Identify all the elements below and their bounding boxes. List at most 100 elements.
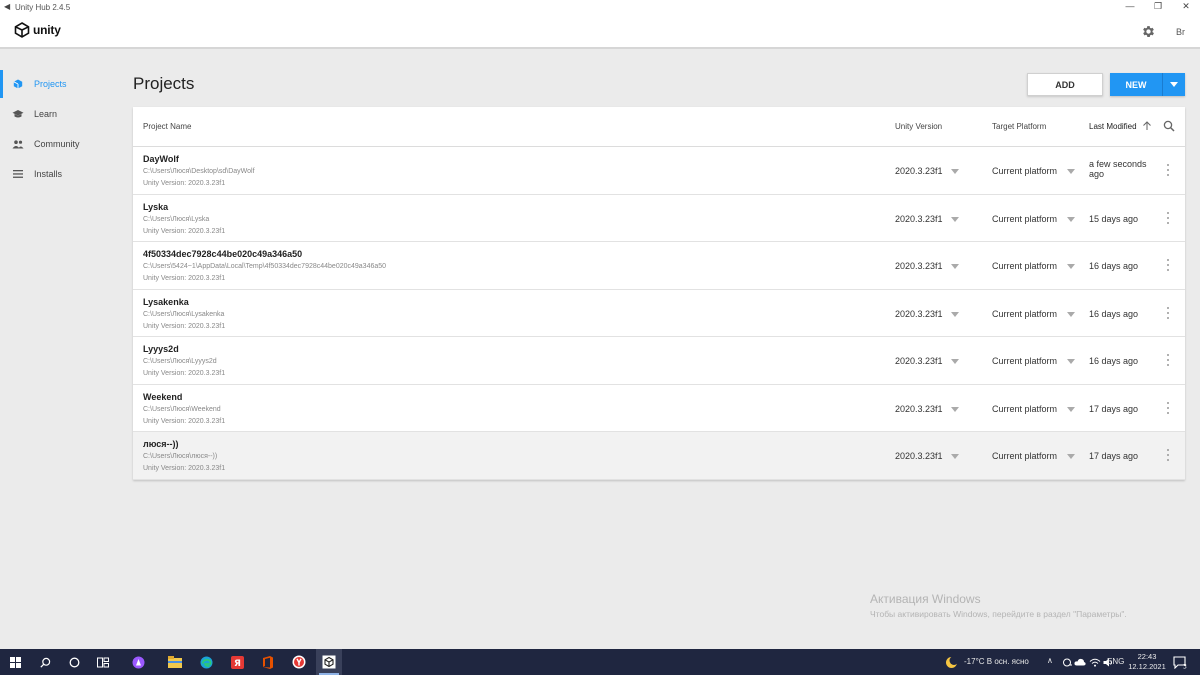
edge-browser-icon[interactable] <box>199 655 213 669</box>
target-platform-select[interactable]: Current platform <box>992 451 1057 461</box>
unity-version-select[interactable]: 2020.3.23f1 <box>895 451 943 461</box>
chevron-down-icon[interactable] <box>951 169 959 174</box>
project-unity-version: Unity Version: 2020.3.23f1 <box>143 322 226 330</box>
office-icon[interactable] <box>261 655 275 669</box>
maximize-button[interactable]: ❐ <box>1144 0 1172 14</box>
project-name: DayWolf <box>143 154 179 164</box>
table-row[interactable]: Weekend C:\Users\Люся\Weekend Unity Versio… <box>133 385 1185 432</box>
notification-count: 3 <box>1183 663 1187 669</box>
chevron-down-icon[interactable] <box>1162 73 1185 96</box>
cube-icon <box>11 77 25 91</box>
project-name: 4f50334dec7928c44be020c49a346a50 <box>143 249 303 259</box>
language-indicator[interactable]: ENG <box>1107 657 1124 666</box>
unity-app-icon: ◀ <box>4 2 11 11</box>
target-platform-select[interactable]: Current platform <box>992 309 1057 319</box>
sort-arrow-up-icon[interactable] <box>1142 121 1152 131</box>
chevron-down-icon[interactable] <box>1067 454 1075 459</box>
target-platform-select[interactable]: Current platform <box>992 261 1057 271</box>
chevron-down-icon[interactable] <box>1067 216 1075 222</box>
chevron-down-icon[interactable] <box>951 216 959 222</box>
unity-version-select[interactable]: 2020.3.23f1 <box>895 166 943 176</box>
table-row[interactable]: Lyska C:\Users\Люся\Lyska Unity Version: 2… <box>133 195 1185 242</box>
project-name: люся--)) <box>143 439 179 449</box>
chevron-down-icon[interactable] <box>951 454 959 459</box>
file-explorer-icon[interactable] <box>168 655 182 669</box>
sidebar-item-installs[interactable]: Installs <box>0 160 114 188</box>
clock-time: 22:43 <box>1137 652 1157 661</box>
target-platform-select[interactable]: Current platform <box>992 214 1057 224</box>
more-options-icon[interactable] <box>1163 211 1173 225</box>
chevron-down-icon[interactable] <box>951 264 959 269</box>
target-platform-select[interactable]: Current platform <box>992 166 1057 176</box>
unity-version-select[interactable]: 2020.3.23f1 <box>895 309 943 319</box>
list-icon <box>11 167 25 181</box>
chevron-down-icon[interactable] <box>1067 406 1075 412</box>
unity-version-select[interactable]: 2020.3.23f1 <box>895 261 943 271</box>
unity-hub-taskbar-button[interactable] <box>316 649 342 675</box>
unity-version-select[interactable]: 2020.3.23f1 <box>895 404 943 414</box>
column-header-modified[interactable]: Last Modified <box>1089 122 1137 131</box>
unity-version-select[interactable]: 2020.3.23f1 <box>895 356 943 366</box>
unity-version-select[interactable]: 2020.3.23f1 <box>895 214 943 224</box>
project-unity-version: Unity Version: 2020.3.23f1 <box>143 417 226 425</box>
weather-moon-icon[interactable] <box>944 655 958 669</box>
yandex-icon[interactable]: Я <box>230 655 244 669</box>
page-title: Projects <box>133 74 195 93</box>
cloud-icon[interactable] <box>1073 655 1087 669</box>
chevron-down-icon[interactable] <box>951 311 959 317</box>
target-platform-select[interactable]: Current platform <box>992 356 1057 366</box>
alice-assistant-icon[interactable] <box>131 655 145 669</box>
more-options-icon[interactable] <box>1163 448 1173 462</box>
column-header-name[interactable]: Project Name <box>143 122 191 131</box>
table-row[interactable]: 4f50334dec7928c44be020c49a346a50 C:\Users… <box>133 242 1185 290</box>
column-header-version[interactable]: Unity Version <box>895 122 942 131</box>
close-button[interactable]: ✕ <box>1172 0 1200 14</box>
unity-hub-icon <box>322 655 336 669</box>
sidebar-item-projects[interactable]: Projects <box>0 70 114 98</box>
onedrive-icon[interactable] <box>1060 655 1074 669</box>
new-button[interactable]: NEW <box>1110 73 1185 96</box>
minimize-button[interactable]: — <box>1116 0 1144 14</box>
people-icon <box>11 137 25 151</box>
task-view-icon[interactable] <box>96 655 110 669</box>
sidebar-item-label: Community <box>34 139 80 149</box>
add-button[interactable]: ADD <box>1027 73 1103 96</box>
column-header-platform[interactable]: Target Platform <box>992 122 1046 131</box>
gear-icon[interactable] <box>1141 24 1156 39</box>
sidebar-item-learn[interactable]: Learn <box>0 100 114 128</box>
chevron-down-icon[interactable] <box>951 406 959 412</box>
table-row[interactable]: DayWolf C:\Users\Люся\Desktop\sd\DayWolf U… <box>133 147 1185 195</box>
chevron-down-icon[interactable] <box>1067 169 1075 174</box>
user-avatar[interactable]: Br <box>1176 27 1185 37</box>
project-path: C:\Users\Люся\Lysakenka <box>143 310 225 318</box>
windows-activation-watermark: Активация Windows Чтобы активировать Win… <box>870 592 1127 619</box>
target-platform-select[interactable]: Current platform <box>992 404 1057 414</box>
sidebar-item-community[interactable]: Community <box>0 130 114 158</box>
search-icon[interactable] <box>1163 120 1175 132</box>
weather-text[interactable]: -17°C В осн. ясно <box>964 657 1029 666</box>
last-modified: 16 days ago <box>1089 261 1139 271</box>
notification-center-icon[interactable]: 3 <box>1173 655 1187 669</box>
chevron-up-icon[interactable]: ∧ <box>1047 656 1053 665</box>
chevron-down-icon[interactable] <box>1067 264 1075 269</box>
cortana-icon[interactable] <box>67 655 81 669</box>
wifi-icon[interactable] <box>1088 655 1102 669</box>
windows-start-icon[interactable] <box>8 655 22 669</box>
table-row[interactable]: Lysakenka C:\Users\Люся\Lysakenka Unity Ve… <box>133 290 1185 337</box>
yandex-browser-icon[interactable] <box>292 655 306 669</box>
chevron-down-icon[interactable] <box>1067 359 1075 364</box>
taskbar-clock[interactable]: 22:43 12.12.2021 <box>1128 652 1166 672</box>
more-options-icon[interactable] <box>1163 258 1173 272</box>
more-options-icon[interactable] <box>1163 353 1173 367</box>
more-options-icon[interactable] <box>1163 401 1173 415</box>
more-options-icon[interactable] <box>1163 306 1173 320</box>
table-row[interactable]: Lyyys2d C:\Users\Люся\Lyyys2d Unity Versio… <box>133 337 1185 385</box>
chevron-down-icon[interactable] <box>1067 311 1075 317</box>
clock-date: 12.12.2021 <box>1128 662 1166 671</box>
new-button-label[interactable]: NEW <box>1110 73 1162 96</box>
chevron-down-icon[interactable] <box>951 359 959 364</box>
table-row[interactable]: люся--)) C:\Users\Люся\люся--)) Unity Vers… <box>133 432 1185 480</box>
app-header: unity Br <box>0 14 1200 49</box>
search-icon[interactable] <box>38 655 52 669</box>
more-options-icon[interactable] <box>1163 163 1173 177</box>
